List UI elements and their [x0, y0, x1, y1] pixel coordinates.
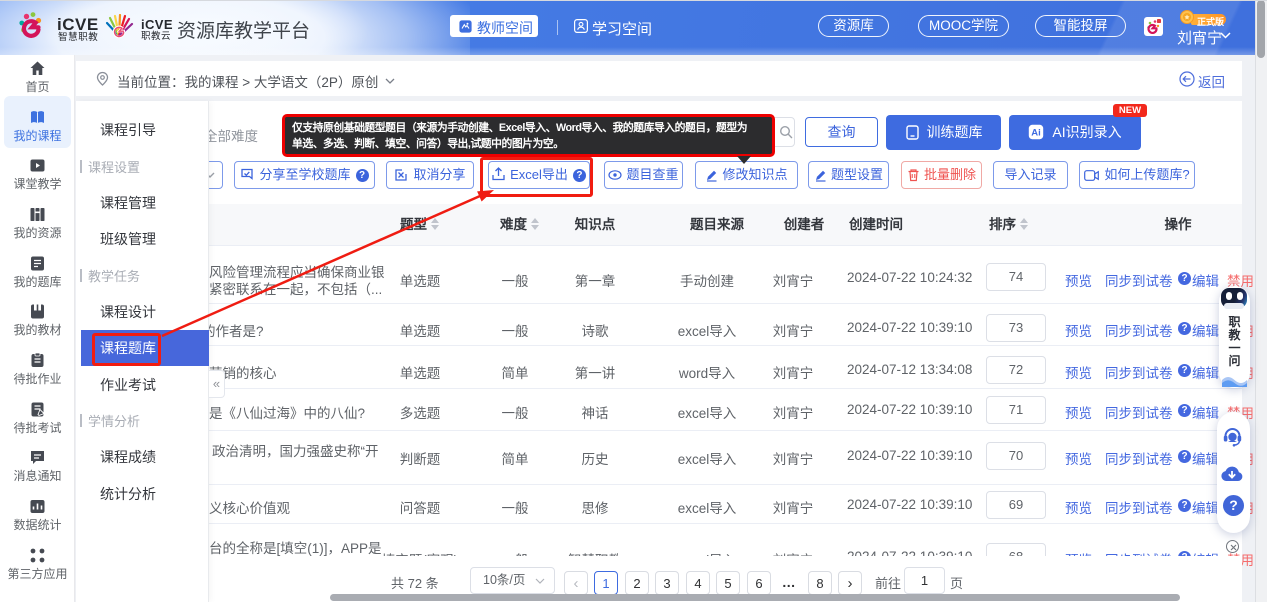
svg-text:Ai: Ai [1032, 128, 1042, 139]
